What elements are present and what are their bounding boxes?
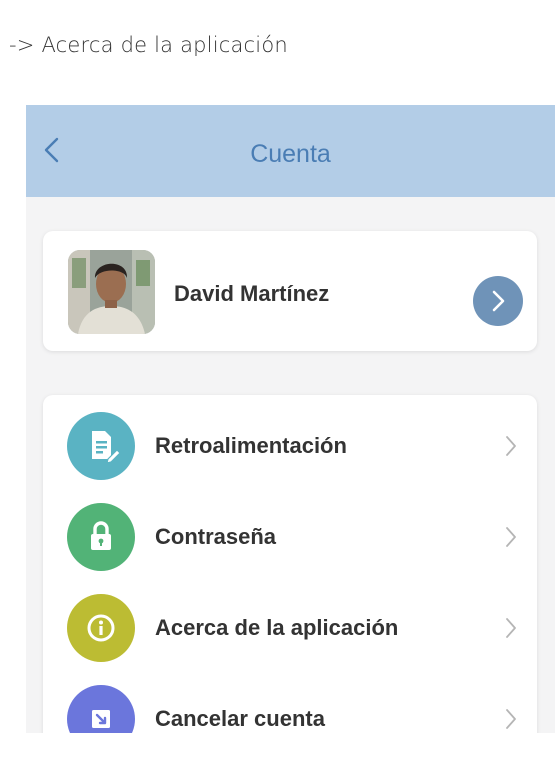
menu-item-feedback[interactable]: Retroalimentación	[43, 404, 537, 488]
cancel-account-icon	[67, 685, 135, 733]
profile-card[interactable]: David Martínez	[43, 231, 537, 351]
avatar	[68, 250, 155, 334]
page-title: Cuenta	[250, 140, 331, 168]
caption-text: -> Acerca de la aplicación	[9, 33, 288, 57]
chevron-right-circle-icon	[492, 290, 505, 312]
menu-item-about[interactable]: Acerca de la aplicación	[43, 586, 537, 670]
profile-arrow-button[interactable]	[473, 276, 523, 326]
feedback-document-icon	[67, 412, 135, 480]
menu-item-cancel-account[interactable]: Cancelar cuenta	[43, 677, 537, 733]
chevron-right-icon	[506, 618, 516, 638]
info-icon	[67, 594, 135, 662]
profile-name: David Martínez	[174, 281, 330, 306]
menu-label: Retroalimentación	[155, 433, 347, 458]
chevron-right-icon	[506, 436, 516, 456]
menu-label: Contraseña	[155, 524, 277, 549]
header-bar: Cuenta	[26, 105, 555, 197]
chevron-right-icon	[506, 709, 516, 729]
lock-icon	[67, 503, 135, 571]
menu-label: Acerca de la aplicación	[155, 615, 399, 640]
settings-menu: Retroalimentación Contraseña Acerca de l…	[43, 395, 537, 733]
menu-label: Cancelar cuenta	[155, 706, 325, 731]
account-screen: Cuenta David Martínez Retroalimentación …	[26, 105, 555, 733]
chevron-right-icon	[506, 527, 516, 547]
menu-item-password[interactable]: Contraseña	[43, 495, 537, 579]
